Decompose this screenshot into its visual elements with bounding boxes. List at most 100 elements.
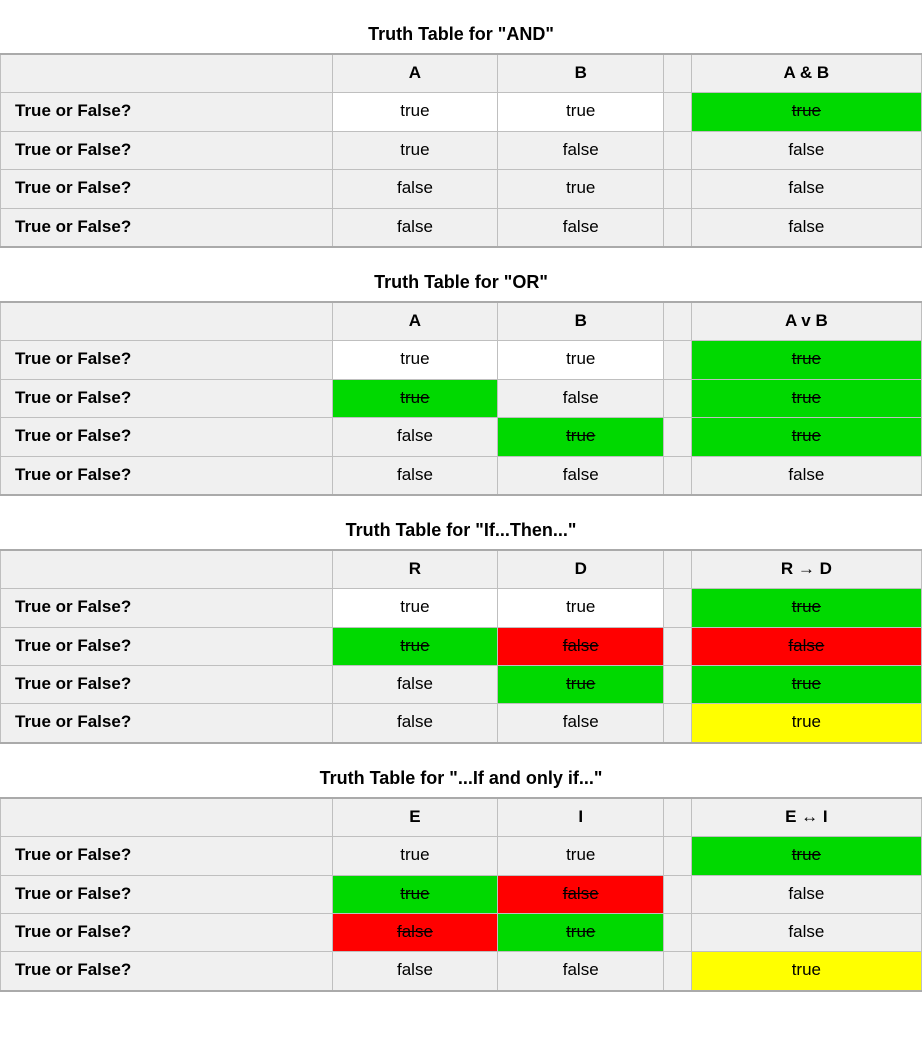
cell-result: false xyxy=(691,875,921,913)
col-header-a: A xyxy=(332,302,498,341)
cell-b: true xyxy=(498,170,664,208)
cell-a: false xyxy=(332,208,498,247)
table-row: True or False?falsefalsetrue xyxy=(1,952,922,991)
cell-result: true xyxy=(691,418,921,456)
cell-b: true xyxy=(498,589,664,627)
cell-gap xyxy=(664,341,692,379)
cell-a: false xyxy=(332,952,498,991)
col-header-blank xyxy=(1,550,333,589)
row-label: True or False? xyxy=(1,131,333,169)
col-header-gap xyxy=(664,550,692,589)
cell-a: true xyxy=(332,93,498,131)
table-row: True or False?falsetruefalse xyxy=(1,170,922,208)
truth-table-iff: E I E ↔ I True or False?truetruetrueTrue… xyxy=(0,797,922,992)
table-row: True or False?truetruetrue xyxy=(1,589,922,627)
cell-a: false xyxy=(332,666,498,704)
table-row: True or False?truefalsefalse xyxy=(1,627,922,665)
col-header-blank xyxy=(1,54,333,93)
col-header-result: A & B xyxy=(691,54,921,93)
row-label: True or False? xyxy=(1,837,333,875)
table-row: True or False?falsefalsefalse xyxy=(1,456,922,495)
cell-a: false xyxy=(332,456,498,495)
cell-b: false xyxy=(498,875,664,913)
col-header-a: E xyxy=(332,798,498,837)
cell-a: false xyxy=(332,914,498,952)
cell-b: false xyxy=(498,131,664,169)
table-row: True or False?truetruetrue xyxy=(1,341,922,379)
col-header-blank xyxy=(1,302,333,341)
cell-result: false xyxy=(691,170,921,208)
cell-a: false xyxy=(332,170,498,208)
table-title: Truth Table for "...If and only if..." xyxy=(0,768,922,789)
col-header-result: A v B xyxy=(691,302,921,341)
table-row: True or False?truefalsefalse xyxy=(1,875,922,913)
cell-a: false xyxy=(332,418,498,456)
cell-result: false xyxy=(691,914,921,952)
row-label: True or False? xyxy=(1,170,333,208)
cell-gap xyxy=(664,952,692,991)
col-header-b: D xyxy=(498,550,664,589)
cell-a: false xyxy=(332,704,498,743)
table-row: True or False?falsetruetrue xyxy=(1,666,922,704)
col-header-gap xyxy=(664,54,692,93)
cell-gap xyxy=(664,837,692,875)
col-header-result: E ↔ I xyxy=(691,798,921,837)
row-label: True or False? xyxy=(1,952,333,991)
cell-gap xyxy=(664,704,692,743)
col-header-a: R xyxy=(332,550,498,589)
cell-b: false xyxy=(498,208,664,247)
cell-result: false xyxy=(691,208,921,247)
table-row: True or False?falsefalsetrue xyxy=(1,704,922,743)
table-row: True or False?falsetruetrue xyxy=(1,418,922,456)
cell-gap xyxy=(664,170,692,208)
cell-b: true xyxy=(498,837,664,875)
cell-result: true xyxy=(691,379,921,417)
cell-gap xyxy=(664,208,692,247)
cell-result: false xyxy=(691,456,921,495)
cell-a: true xyxy=(332,589,498,627)
row-label: True or False? xyxy=(1,208,333,247)
cell-gap xyxy=(664,418,692,456)
cell-b: false xyxy=(498,456,664,495)
row-label: True or False? xyxy=(1,704,333,743)
cell-gap xyxy=(664,875,692,913)
cell-result: true xyxy=(691,952,921,991)
table-row: True or False?truetruetrue xyxy=(1,93,922,131)
cell-result: true xyxy=(691,837,921,875)
cell-a: true xyxy=(332,341,498,379)
col-header-b: B xyxy=(498,54,664,93)
col-header-a: A xyxy=(332,54,498,93)
row-label: True or False? xyxy=(1,666,333,704)
cell-b: false xyxy=(498,627,664,665)
truth-tables-page: Truth Table for "AND" A B A & B True or … xyxy=(0,24,922,1032)
cell-gap xyxy=(664,131,692,169)
cell-result: false xyxy=(691,627,921,665)
col-header-blank xyxy=(1,798,333,837)
cell-result: true xyxy=(691,704,921,743)
table-title: Truth Table for "OR" xyxy=(0,272,922,293)
table-title: Truth Table for "If...Then..." xyxy=(0,520,922,541)
cell-gap xyxy=(664,666,692,704)
cell-gap xyxy=(664,914,692,952)
table-title: Truth Table for "AND" xyxy=(0,24,922,45)
col-header-b: I xyxy=(498,798,664,837)
row-label: True or False? xyxy=(1,589,333,627)
table-row: True or False?truetruetrue xyxy=(1,837,922,875)
cell-gap xyxy=(664,379,692,417)
table-row: True or False?truefalsetrue xyxy=(1,379,922,417)
cell-gap xyxy=(664,456,692,495)
cell-b: false xyxy=(498,704,664,743)
truth-table-body: True or False?truetruetrueTrue or False?… xyxy=(1,589,922,743)
row-label: True or False? xyxy=(1,914,333,952)
truth-table-or: A B A v B True or False?truetruetrueTrue… xyxy=(0,301,922,496)
row-label: True or False? xyxy=(1,456,333,495)
cell-a: true xyxy=(332,131,498,169)
cell-b: true xyxy=(498,914,664,952)
table-row: True or False?falsetruefalse xyxy=(1,914,922,952)
cell-b: false xyxy=(498,952,664,991)
truth-table-body: True or False?truetruetrueTrue or False?… xyxy=(1,341,922,495)
truth-table-body: True or False?truetruetrueTrue or False?… xyxy=(1,837,922,991)
cell-gap xyxy=(664,627,692,665)
col-header-result: R → D xyxy=(691,550,921,589)
cell-b: true xyxy=(498,341,664,379)
